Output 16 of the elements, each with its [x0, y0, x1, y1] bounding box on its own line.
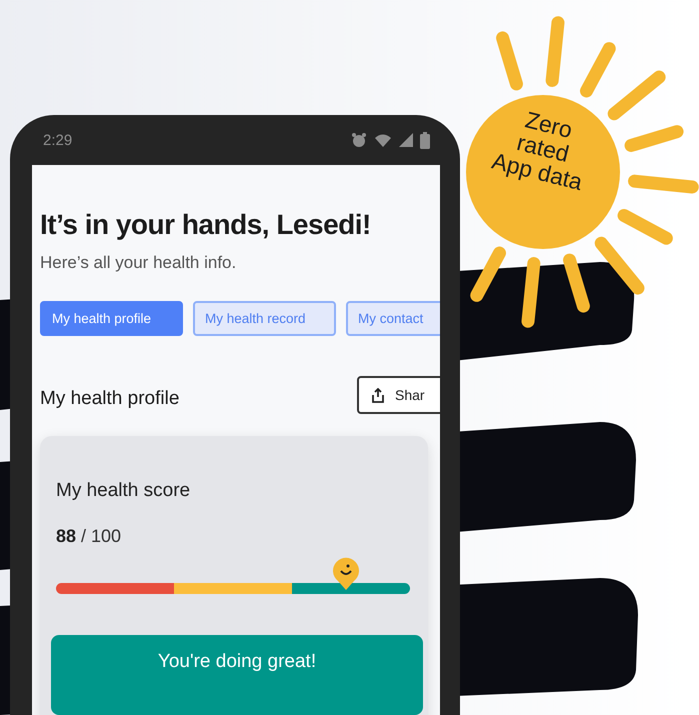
tab[interactable]: My health profile	[40, 301, 183, 336]
status-banner: You're doing great!	[51, 635, 423, 715]
wifi-icon	[374, 132, 392, 148]
alarm-icon	[351, 132, 367, 148]
battery-icon	[420, 132, 430, 148]
tab[interactable]: My health record	[193, 301, 336, 336]
signal-icon	[399, 133, 413, 147]
score-value: 88 / 100	[56, 526, 122, 547]
score-title: My health score	[56, 480, 192, 502]
greeting-subtitle: Here’s all your health info.	[40, 253, 238, 273]
tab[interactable]: My contact	[346, 301, 440, 336]
section-title: My health profile	[40, 387, 180, 410]
greeting-title: It’s in your hands, Lesedi!	[40, 209, 372, 241]
share-icon	[371, 388, 385, 402]
status-time: 2:29	[43, 132, 72, 148]
share-button[interactable]: Shar	[357, 376, 440, 414]
